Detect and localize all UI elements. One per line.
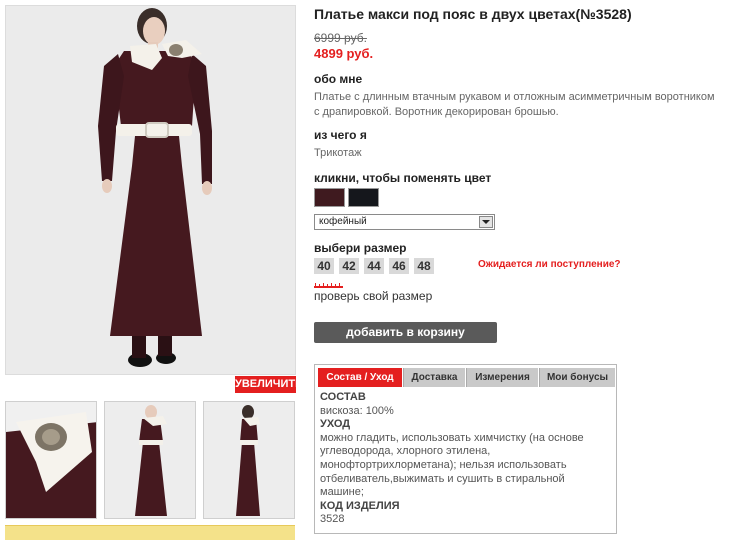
thumbnail-full-front[interactable] [104,401,196,519]
tab-my-bonuses[interactable]: Мои бонусы [539,368,615,387]
care-line-2: углеводорода, хлорного этилена, [320,445,491,458]
size-option-42[interactable]: 42 [339,258,359,274]
color-swatch-black[interactable] [348,188,379,207]
bottom-banner-strip [5,525,295,540]
composition-heading: СОСТАВ [320,391,366,403]
about-line-1: Платье с длинным втачным рукавом и отлож… [314,91,715,103]
check-size-link[interactable]: проверь свой размер [314,289,432,303]
color-select[interactable]: кофейный [314,214,495,230]
tab-composition-care[interactable]: Состав / Уход [318,368,402,387]
tab-measurements[interactable]: Измерения [466,368,538,387]
thumbnail-collar[interactable] [5,401,97,519]
info-tabs-panel: Состав / Уход Доставка Измерения Мои бон… [314,364,617,534]
size-option-40[interactable]: 40 [314,258,334,274]
ruler-icon [314,283,343,288]
zoom-button[interactable]: УВЕЛИЧИТЬ [235,376,303,393]
color-swatch-coffee[interactable] [314,188,345,207]
composition-value: вискоза: 100% [320,404,394,417]
thumbnail-front-image [105,402,195,518]
color-select-value: кофейный [319,216,367,227]
thumbnail-full-side[interactable] [203,401,295,519]
about-line-2: с драпировкой. Воротник декорирован брош… [314,106,559,118]
availability-request-link[interactable]: Ожидается ли поступление? [478,259,621,270]
size-option-48[interactable]: 48 [414,258,434,274]
color-heading: кликни, чтобы поменять цвет [314,171,492,185]
add-to-cart-button[interactable]: добавить в корзину [314,322,497,343]
main-product-photo[interactable] [5,5,296,375]
tab-delivery[interactable]: Доставка [403,368,465,387]
product-title: Платье макси под пояс в двух цветах(№352… [314,6,632,22]
care-line-4: отбеливатель,выжимать и сушить в стираль… [320,472,565,485]
product-code-value: 3528 [320,513,345,526]
care-line-3: монофтортрихлорметана); нельзя использов… [320,458,567,471]
size-option-46[interactable]: 46 [389,258,409,274]
care-heading: УХОД [320,418,351,431]
new-price: 4899 руб. [314,46,374,61]
old-price: 6999 руб. [314,31,367,45]
material-heading: из чего я [314,128,367,142]
care-line-5: машине; [320,486,364,499]
thumbnail-side-image [204,402,294,518]
material-text: Трикотаж [314,147,362,159]
thumbnail-collar-image [6,402,96,518]
about-description: Платье с длинным втачным рукавом и отлож… [314,90,715,120]
dress-illustration [6,6,295,374]
size-option-44[interactable]: 44 [364,258,384,274]
chevron-down-icon[interactable] [479,216,493,228]
about-heading: обо мне [314,72,363,86]
size-heading: выбери размер [314,241,407,255]
product-code-heading: КОД ИЗДЕЛИЯ [320,499,400,512]
tab-content: СОСТАВ вискоза: 100% УХОД можно гладить,… [320,391,610,527]
care-line-1: можно гладить, использовать химчистку (н… [320,431,584,444]
